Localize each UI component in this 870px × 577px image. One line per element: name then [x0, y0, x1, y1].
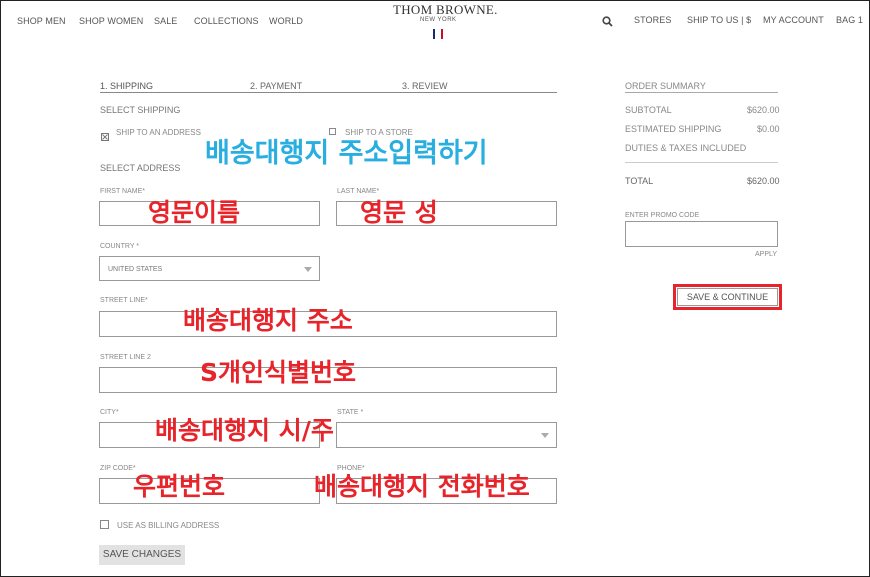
steps-divider [100, 92, 557, 93]
annotation-city-state: 배송대행지 시/주 [155, 416, 334, 445]
search-icon[interactable] [602, 14, 613, 32]
nav-bag[interactable]: BAG 1 [836, 15, 863, 25]
nav-stores[interactable]: STORES [634, 15, 671, 25]
nav-sale[interactable]: SALE [154, 16, 177, 26]
chevron-down-icon [304, 267, 312, 272]
state-select[interactable] [336, 422, 557, 448]
save-continue-button[interactable]: SAVE & CONTINUE [677, 288, 778, 306]
save-changes-button[interactable]: SAVE CHANGES [99, 545, 185, 565]
brand-logo[interactable]: THOM BROWNE. [393, 2, 498, 18]
ship-to-address-radio[interactable] [101, 128, 109, 146]
zip-label: ZIP CODE* [100, 465, 136, 472]
phone-label: PHONE* [337, 465, 365, 472]
nav-shop-men[interactable]: SHOP MEN [17, 16, 66, 26]
chevron-down-icon [541, 433, 549, 438]
total-label: TOTAL [625, 176, 654, 186]
select-address-label: SELECT ADDRESS [100, 163, 181, 173]
summary-divider [625, 92, 778, 93]
step-payment: 2. PAYMENT [250, 81, 303, 91]
promo-code-label: ENTER PROMO CODE [625, 212, 700, 219]
last-name-label: LAST NAME* [337, 188, 380, 195]
country-select[interactable]: UNITED STATES [99, 256, 320, 281]
street-line-2-label: STREET LINE 2 [100, 354, 151, 361]
state-label: STATE * [337, 409, 364, 416]
use-as-billing-checkbox[interactable] [100, 520, 109, 529]
summary-divider-2 [625, 162, 778, 163]
step-review: 3. REVIEW [402, 81, 448, 91]
country-value: UNITED STATES [108, 266, 163, 273]
subtotal-label: SUBTOTAL [625, 105, 672, 115]
country-label: COUNTRY * [100, 243, 140, 250]
street-line-label: STREET LINE* [100, 297, 148, 304]
ship-to-address-label: SHIP TO AN ADDRESS [116, 128, 201, 137]
subtotal-value: $620.00 [747, 105, 780, 115]
annotation-street2: S개인식별번호 [200, 358, 357, 387]
duties-note: DUTIES & TAXES INCLUDED [625, 143, 747, 153]
annotation-first-name: 영문이름 [148, 198, 241, 227]
annotation-phone: 배송대행지 전화번호 [314, 472, 530, 501]
step-shipping: 1. SHIPPING [100, 81, 154, 91]
annotation-street: 배송대행지 주소 [183, 306, 353, 335]
annotation-zip: 우편번호 [133, 472, 226, 501]
nav-ship-to[interactable]: SHIP TO US | $ [687, 15, 751, 25]
save-continue-highlight: SAVE & CONTINUE [673, 284, 782, 310]
first-name-label: FIRST NAME* [100, 188, 145, 195]
nav-shop-women[interactable]: SHOP WOMEN [79, 16, 143, 26]
annotation-heading: 배송대행지 주소입력하기 [205, 138, 488, 169]
nav-my-account[interactable]: MY ACCOUNT [763, 15, 824, 25]
promo-code-input[interactable] [625, 221, 778, 247]
estimated-shipping-value: $0.00 [757, 124, 780, 134]
use-as-billing-label: USE AS BILLING ADDRESS [117, 521, 220, 530]
flag-icon [433, 29, 443, 39]
total-value: $620.00 [747, 176, 780, 186]
nav-collections[interactable]: COLLECTIONS [194, 16, 259, 26]
ship-to-store-label: SHIP TO A STORE [345, 128, 413, 137]
city-label: CITY* [100, 409, 119, 416]
select-shipping-label: SELECT SHIPPING [100, 105, 181, 115]
apply-link[interactable]: APPLY [755, 251, 777, 258]
brand-subtitle: NEW YORK [420, 17, 457, 23]
ship-to-store-radio[interactable] [329, 128, 336, 135]
estimated-shipping-label: ESTIMATED SHIPPING [625, 124, 722, 134]
order-summary-title: ORDER SUMMARY [625, 81, 706, 91]
nav-world[interactable]: WORLD [269, 16, 303, 26]
annotation-last-name: 영문 성 [360, 198, 438, 227]
